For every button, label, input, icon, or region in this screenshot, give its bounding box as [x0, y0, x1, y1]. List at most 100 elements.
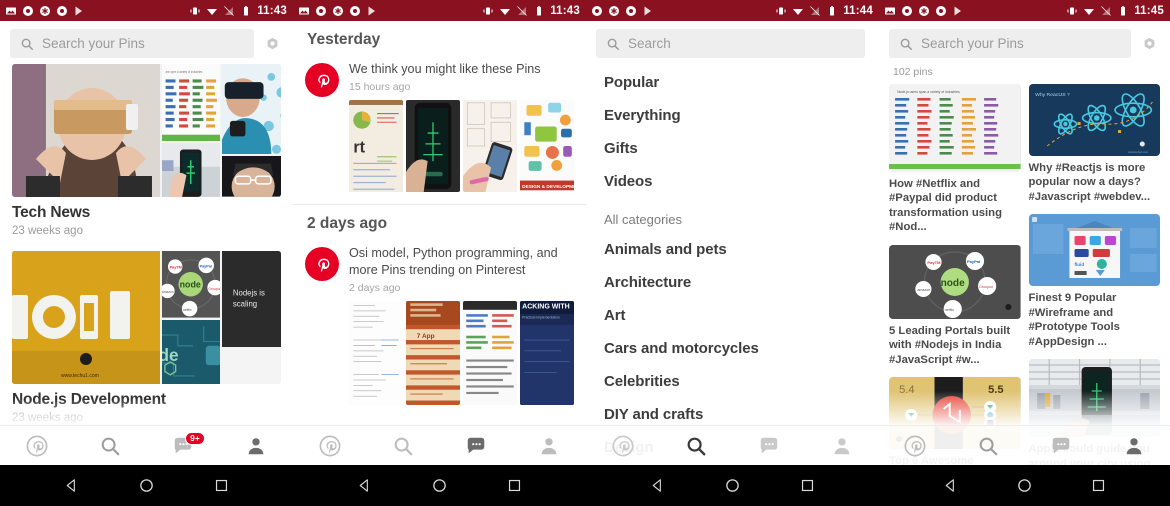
svg-text:amazon: amazon [917, 288, 930, 292]
wifi-icon [1084, 8, 1095, 15]
status-bar-system-icons: 11:45 [1066, 5, 1164, 17]
svg-text:www.techu1.com: www.techu1.com [61, 373, 99, 379]
signal-off-icon [224, 5, 235, 16]
notification-item[interactable]: We think you might like these Pins 15 ho… [293, 57, 586, 198]
back-triangle-icon[interactable] [942, 477, 959, 494]
category-item[interactable]: Art [586, 299, 879, 332]
collage-image [222, 64, 281, 155]
browser-icon [592, 5, 602, 16]
tab-messages[interactable] [1025, 426, 1098, 465]
tab-profile[interactable] [1097, 426, 1170, 465]
back-triangle-icon[interactable] [356, 477, 373, 494]
status-bar-notification-icons [5, 5, 85, 17]
tab-search[interactable] [659, 426, 732, 465]
tab-profile[interactable] [806, 426, 879, 465]
tab-home[interactable] [586, 426, 659, 465]
search-input[interactable]: Search [596, 29, 865, 58]
category-item-videos[interactable]: Videos [586, 165, 879, 198]
board-card[interactable]: www.techu1.com node PayTM PayPal amazon … [0, 251, 293, 438]
pins-grid[interactable]: Node.js users span a variety of industri… [879, 84, 1170, 465]
pin-thumbnail: Why ReactJS ? www.techu1.com [1028, 84, 1160, 156]
recents-square-icon[interactable] [1090, 477, 1107, 494]
app-content-boards: Search your Pins are open a variety of i… [0, 21, 293, 465]
tab-messages[interactable] [440, 426, 513, 465]
notification-item[interactable]: Osi model, Python programming, and more … [293, 241, 586, 411]
pin-thumbnail: Node.js users span a variety of industri… [889, 84, 1021, 172]
status-bar-time: 11:44 [843, 4, 873, 17]
search-input[interactable]: Search your Pins [889, 29, 1131, 58]
svg-text:7 App: 7 App [417, 333, 435, 340]
svg-text:ACKING WITH: ACKING WITH [522, 304, 570, 311]
gear-icon[interactable] [264, 35, 281, 52]
pins-column-right: Why ReactJS ? www.techu1.com Why #Reactj… [1028, 84, 1160, 465]
android-navigation-bar [0, 465, 293, 506]
gear-icon[interactable] [1141, 35, 1158, 52]
tab-messages[interactable]: 9+ [147, 426, 220, 465]
home-circle-icon[interactable] [431, 477, 448, 494]
status-bar: 11:43 [0, 0, 293, 21]
image-icon [299, 7, 309, 14]
asterisk-icon [609, 5, 619, 16]
signal-off-icon [810, 5, 821, 16]
pins-column-left: Node.js users span a variety of industri… [889, 84, 1021, 465]
home-circle-icon[interactable] [1016, 477, 1033, 494]
notification-text: We think you might like these Pins [349, 62, 541, 76]
asterisk-icon [333, 5, 343, 16]
notification-group-title: Yesterday [307, 31, 381, 48]
notification-thumbnails[interactable]: 7 App ACKING WITH Practical Implementati… [349, 301, 574, 405]
tab-home[interactable] [293, 426, 366, 465]
boards-list[interactable]: are open a variety of industries Tech Ne… [0, 64, 293, 465]
home-circle-icon[interactable] [138, 477, 155, 494]
status-bar-system-icons: 11:43 [189, 5, 287, 17]
collage-image [222, 348, 281, 384]
board-card[interactable]: are open a variety of industries Tech Ne… [0, 64, 293, 251]
battery-icon [244, 5, 249, 15]
tab-home[interactable] [0, 426, 73, 465]
category-item-gifts[interactable]: Gifts [586, 132, 879, 165]
tab-profile[interactable] [513, 426, 586, 465]
svg-text:Node.js users span a variety o: Node.js users span a variety of industri… [897, 90, 960, 94]
category-list[interactable]: Popular Everything Gifts Videos All cate… [586, 64, 879, 465]
tab-messages[interactable] [733, 426, 806, 465]
recents-square-icon[interactable] [799, 477, 816, 494]
category-item[interactable]: Animals and pets [586, 233, 879, 266]
notifications-list[interactable]: Yesterday We think you might like these … [293, 21, 586, 465]
thumbnail: rt [349, 100, 403, 192]
category-item[interactable]: Celebrities [586, 365, 879, 398]
play-store-icon [954, 6, 961, 15]
browser-icon [350, 5, 360, 16]
category-item[interactable]: Architecture [586, 266, 879, 299]
tab-profile[interactable] [220, 426, 293, 465]
pin-card[interactable]: node PayTM PayPal amazon Groupon netflix… [889, 244, 1021, 367]
recents-square-icon[interactable] [506, 477, 523, 494]
status-bar-time: 11:43 [257, 4, 287, 17]
svg-text:PayTM: PayTM [927, 260, 941, 265]
svg-text:are open a variety of industri: are open a variety of industries [166, 70, 203, 75]
pin-card[interactable]: Why ReactJS ? www.techu1.com Why #Reactj… [1028, 84, 1160, 204]
back-triangle-icon[interactable] [649, 477, 666, 494]
notification-thumbnails[interactable]: rt DESIGN & DEVELOPME [349, 100, 574, 192]
svg-text:node: node [180, 280, 201, 290]
tab-search[interactable] [73, 426, 146, 465]
recents-square-icon[interactable] [213, 477, 230, 494]
pin-card[interactable]: fluid Finest 9 Popular #Wireframe and #P… [1028, 214, 1160, 349]
notification-time: 15 hours ago [349, 81, 411, 93]
tab-home[interactable] [879, 426, 952, 465]
tab-search[interactable] [952, 426, 1025, 465]
person-icon [835, 437, 850, 454]
search-input[interactable]: Search your Pins [10, 29, 254, 58]
phone-screen-pins: 11:45 Search your Pins 102 pins Node.js … [879, 0, 1170, 506]
home-circle-icon[interactable] [724, 477, 741, 494]
category-item-everything[interactable]: Everything [586, 99, 879, 132]
android-navigation-bar [879, 465, 1170, 506]
pin-card[interactable]: Node.js users span a variety of industri… [889, 84, 1021, 235]
svg-text:Practical Implementation: Practical Implementation [522, 315, 560, 319]
collage-side: are open a variety of industries [161, 64, 281, 197]
bottom-tab-bar [586, 425, 879, 465]
svg-text:Why ReactJS ?: Why ReactJS ? [1035, 92, 1070, 98]
category-item[interactable]: Cars and motorcycles [586, 332, 879, 365]
pinterest-icon [612, 435, 634, 456]
category-item-popular[interactable]: Popular [586, 66, 879, 99]
tab-search[interactable] [366, 426, 439, 465]
back-triangle-icon[interactable] [63, 477, 80, 494]
